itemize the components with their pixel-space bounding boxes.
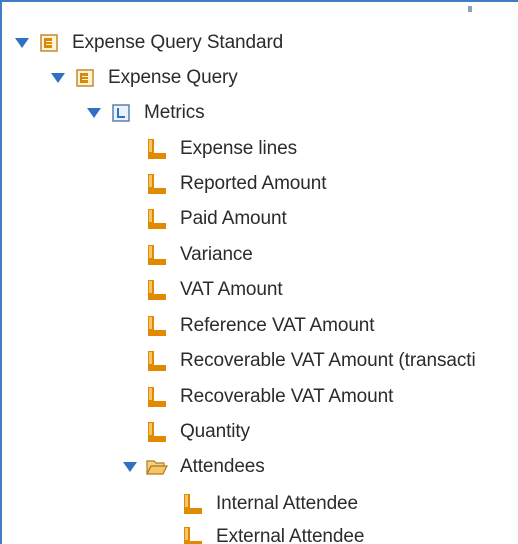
tree-item-reported-amount[interactable]: Reported Amount [146, 167, 326, 201]
tree-item-label: Recoverable VAT Amount [180, 386, 394, 407]
tree-node-label: Attendees [180, 456, 265, 477]
tree-item-recoverable-vat-amount-transaction[interactable]: Recoverable VAT Amount (transacti [146, 344, 476, 378]
tree-item-label: Variance [180, 244, 253, 265]
tree-item-quantity[interactable]: Quantity [146, 415, 250, 449]
tree-item-label: External Attendee [216, 526, 365, 544]
query-subject-icon [38, 32, 60, 54]
measure-icon [146, 244, 168, 266]
tree-panel: Expense Query Standard Expense Query Met… [0, 0, 518, 544]
tree-item-paid-amount[interactable]: Paid Amount [146, 202, 287, 236]
expand-triangle-icon[interactable] [84, 103, 104, 123]
measure-icon [146, 421, 168, 443]
tree-item-internal-attendee[interactable]: Internal Attendee [182, 487, 358, 521]
tree-item-label: Reference VAT Amount [180, 315, 375, 336]
tree-item-label: Reported Amount [180, 173, 327, 194]
measure-icon [146, 279, 168, 301]
tree-item-variance[interactable]: Variance [146, 238, 253, 272]
expand-triangle-icon[interactable] [12, 33, 32, 53]
measure-icon [146, 315, 168, 337]
tree-item-label: VAT Amount [180, 279, 283, 300]
tree-item-recoverable-vat-amount[interactable]: Recoverable VAT Amount [146, 380, 393, 414]
measure-icon [146, 386, 168, 408]
tree-node-attendees[interactable]: Attendees [120, 450, 265, 484]
tree-item-label: Expense lines [180, 138, 297, 159]
tree-item-label: Recoverable VAT Amount (transacti [180, 350, 476, 371]
measure-icon [146, 173, 168, 195]
measure-icon [146, 350, 168, 372]
tree-item-reference-vat-amount[interactable]: Reference VAT Amount [146, 309, 375, 343]
expand-triangle-icon[interactable] [120, 457, 140, 477]
tree-node-label: Expense Query [108, 67, 238, 88]
panel-corner-mark [468, 6, 472, 12]
measure-dimension-icon [110, 102, 132, 124]
expand-triangle-icon[interactable] [48, 68, 68, 88]
tree-node-metrics[interactable]: Metrics [84, 96, 205, 130]
tree-item-external-attendee[interactable]: External Attendee [182, 520, 364, 544]
tree-node-expense-query[interactable]: Expense Query [48, 61, 238, 95]
measure-icon [182, 526, 204, 544]
measure-icon [182, 493, 204, 515]
tree-item-label: Paid Amount [180, 208, 287, 229]
tree-item-label: Quantity [180, 421, 250, 442]
tree-item-expense-lines[interactable]: Expense lines [146, 132, 297, 166]
tree-node-expense-query-standard[interactable]: Expense Query Standard [12, 26, 283, 60]
folder-open-icon [146, 456, 168, 478]
tree-node-label: Metrics [144, 102, 205, 123]
query-subject-icon [74, 67, 96, 89]
tree-item-label: Internal Attendee [216, 493, 358, 514]
tree-node-label: Expense Query Standard [72, 32, 284, 53]
measure-icon [146, 138, 168, 160]
tree-item-vat-amount[interactable]: VAT Amount [146, 273, 283, 307]
measure-icon [146, 208, 168, 230]
